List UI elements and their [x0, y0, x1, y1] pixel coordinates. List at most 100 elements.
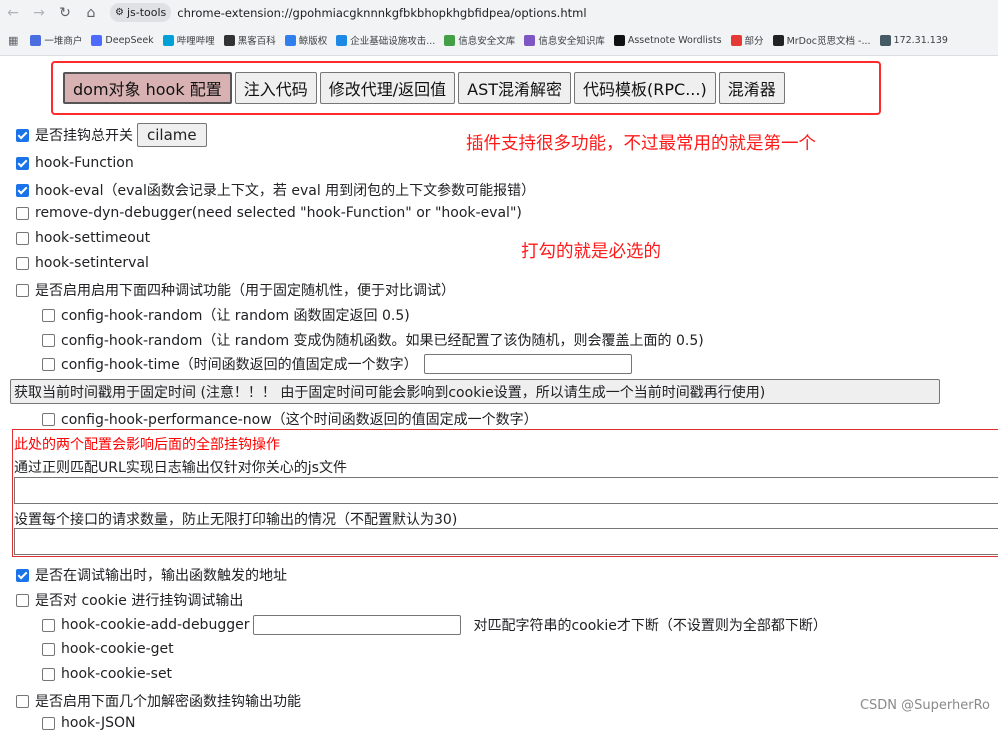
cookie-match-input[interactable]: [253, 615, 462, 635]
cookie-add-debugger-label: hook-cookie-add-debugger: [61, 617, 250, 633]
bookmark-item[interactable]: DeepSeek: [91, 34, 154, 46]
tab-code-template[interactable]: 代码模板(RPC...): [574, 72, 716, 104]
bookmarks-bar: ▦ 一堆商户 DeepSeek 哔哩哔哩 黑客百科 鲸版权 企业基础设施攻击..…: [0, 25, 998, 56]
bookmark-label: DeepSeek: [105, 34, 154, 46]
option-remove-dyn-debugger: remove-dyn-debugger(need selected "hook-…: [16, 205, 522, 221]
master-switch-checkbox[interactable]: [16, 128, 29, 142]
cookie-hook-checkbox[interactable]: [16, 593, 29, 607]
option-cookie-set: hook-cookie-set: [42, 666, 172, 682]
remove-dyn-debugger-checkbox[interactable]: [16, 206, 29, 220]
watermark: CSDN @SuperherRo: [859, 698, 990, 713]
config-random-pseudo-checkbox[interactable]: [42, 333, 55, 347]
tab-obfuscator[interactable]: 混淆器: [718, 72, 785, 104]
bookmark-label: MrDoc觅思文档 -...: [786, 36, 871, 47]
bookmark-item[interactable]: 信息安全文库: [444, 33, 515, 47]
extension-chip[interactable]: ⚙ js-tools: [110, 3, 172, 22]
hook-setinterval-label: hook-setinterval: [35, 255, 149, 271]
cookie-get-checkbox[interactable]: [42, 642, 55, 656]
bookmark-item[interactable]: Assetnote Wordlists: [613, 34, 722, 46]
four-debug-label: 是否启用启用下面四种调试功能（用于固定随机性，便于对比调试）: [35, 283, 455, 299]
option-master-switch: 是否挂钩总开关 cilame: [16, 123, 207, 147]
crypto-hook-checkbox[interactable]: [16, 694, 29, 708]
url-filter-input[interactable]: [14, 477, 998, 504]
tab-ast-deobfuscate[interactable]: AST混淆解密: [458, 72, 572, 104]
bookmark-favicon-icon: [30, 34, 42, 46]
bookmark-label: 黑客百科: [237, 36, 276, 47]
tab-bar: dom对象 hook 配置 注入代码 修改代理/返回值 AST混淆解密 代码模板…: [63, 72, 785, 104]
bookmark-item[interactable]: 172.31.139: [879, 34, 948, 46]
hook-settimeout-checkbox[interactable]: [16, 231, 29, 245]
cookie-set-checkbox[interactable]: [42, 667, 55, 681]
cookie-hook-label: 是否对 cookie 进行挂钩调试输出: [35, 593, 244, 609]
option-hook-settimeout: hook-settimeout: [16, 230, 150, 246]
option-hook-setinterval: hook-setinterval: [16, 255, 149, 271]
config-time-input[interactable]: [423, 354, 632, 374]
bookmark-item[interactable]: 黑客百科: [223, 33, 276, 47]
option-config-random-fixed: config-hook-random（让 random 函数固定返回 0.5): [42, 305, 410, 325]
bookmark-favicon-icon: [524, 34, 536, 46]
config-random-fixed-checkbox[interactable]: [42, 308, 55, 322]
tab-modify-proxy[interactable]: 修改代理/返回值: [319, 72, 456, 104]
bookmark-favicon-icon: [162, 34, 174, 46]
cookie-get-label: hook-cookie-get: [61, 641, 174, 657]
reload-icon[interactable]: ↻: [52, 0, 78, 25]
option-config-random-pseudo: config-hook-random（让 random 变成伪随机函数。如果已经…: [42, 330, 704, 350]
hook-function-checkbox[interactable]: [16, 156, 29, 170]
crypto-hook-label: 是否启用下面几个加解密函数挂钩输出功能: [35, 694, 301, 710]
config-performance-now-label: config-hook-performance-now（这个时间函数返回的值固定…: [61, 412, 538, 428]
global-config-title: 此处的两个配置会影响后面的全部挂钩操作: [14, 437, 280, 453]
hook-json-checkbox[interactable]: [42, 716, 55, 730]
bookmark-item[interactable]: 一堆商户: [30, 33, 82, 47]
option-config-performance-now: config-hook-performance-now（这个时间函数返回的值固定…: [42, 409, 538, 429]
max-requests-input[interactable]: [14, 528, 998, 555]
config-time-checkbox[interactable]: [42, 357, 55, 371]
max-requests-label: 设置每个接口的请求数量，防止无限打印输出的情况（不配置默认为30): [14, 512, 458, 528]
four-debug-checkbox[interactable]: [16, 283, 29, 297]
cilame-button[interactable]: cilame: [137, 123, 207, 147]
print-address-label: 是否在调试输出时，输出函数触发的地址: [35, 568, 287, 584]
bookmark-favicon-icon: [772, 34, 784, 46]
address-bar[interactable]: chrome-extension://gpohmiacgknnnkgfbkbho…: [177, 6, 586, 20]
bookmark-label: 信息安全文库: [458, 36, 516, 47]
bookmark-label: 部分: [744, 36, 764, 47]
config-performance-now-checkbox[interactable]: [42, 412, 55, 426]
back-arrow-icon[interactable]: ←: [0, 0, 26, 25]
forward-arrow-icon[interactable]: →: [26, 0, 52, 25]
hook-settimeout-label: hook-settimeout: [35, 230, 151, 246]
option-crypto-hook: 是否启用下面几个加解密函数挂钩输出功能: [16, 691, 301, 711]
bookmark-item[interactable]: 信息安全知识库: [524, 33, 605, 47]
print-address-checkbox[interactable]: [16, 568, 29, 582]
option-cookie-add-debugger: hook-cookie-add-debugger 对匹配字符串的cookie才下…: [42, 615, 827, 635]
option-hook-function: hook-Function: [16, 155, 134, 171]
option-four-debug: 是否启用启用下面四种调试功能（用于固定随机性，便于对比调试）: [16, 280, 455, 300]
hook-eval-label: hook-eval（eval函数会记录上下文，若 eval 用到闭包的上下文参数…: [35, 183, 536, 199]
option-hook-eval: hook-eval（eval函数会记录上下文，若 eval 用到闭包的上下文参数…: [16, 180, 535, 200]
option-cookie-get: hook-cookie-get: [42, 641, 174, 657]
bookmark-item[interactable]: 部分: [730, 33, 764, 47]
hook-eval-checkbox[interactable]: [16, 183, 29, 197]
cookie-set-label: hook-cookie-set: [61, 666, 173, 682]
bookmark-item[interactable]: 企业基础设施攻击...: [336, 33, 435, 47]
bookmark-item[interactable]: 哔哩哔哩: [162, 33, 215, 47]
hook-json-label: hook-JSON: [61, 715, 136, 731]
tab-inject-code[interactable]: 注入代码: [234, 72, 317, 104]
cookie-add-debugger-checkbox[interactable]: [42, 618, 55, 632]
config-random-pseudo-label: config-hook-random（让 random 变成伪随机函数。如果已经…: [61, 333, 704, 349]
bookmark-item[interactable]: 鲸版权: [284, 33, 327, 47]
bookmark-item[interactable]: MrDoc觅思文档 -...: [772, 33, 871, 47]
hook-function-label: hook-Function: [35, 155, 134, 171]
get-timestamp-button[interactable]: 获取当前时间戳用于固定时间 (注意！！！ 由于固定时间可能会影响到cookie设…: [10, 379, 940, 404]
option-cookie-hook: 是否对 cookie 进行挂钩调试输出: [16, 590, 243, 610]
home-icon[interactable]: ⌂: [78, 0, 104, 25]
extension-chip-label: js-tools: [126, 6, 167, 19]
browser-toolbar: ← → ↻ ⌂ ⚙ js-tools chrome-extension://gp…: [0, 0, 998, 25]
bookmark-favicon-icon: [336, 34, 348, 46]
bookmark-favicon-icon: [444, 34, 456, 46]
option-print-address: 是否在调试输出时，输出函数触发的地址: [16, 565, 287, 585]
option-config-time: config-hook-time（时间函数返回的值固定成一个数字）: [42, 354, 632, 374]
hook-setinterval-checkbox[interactable]: [16, 256, 29, 270]
tab-dom-hook-config[interactable]: dom对象 hook 配置: [63, 72, 232, 104]
apps-grid-icon[interactable]: ▦: [8, 34, 18, 47]
config-time-label: config-hook-time（时间函数返回的值固定成一个数字）: [61, 357, 418, 373]
bookmark-favicon-icon: [730, 34, 742, 46]
